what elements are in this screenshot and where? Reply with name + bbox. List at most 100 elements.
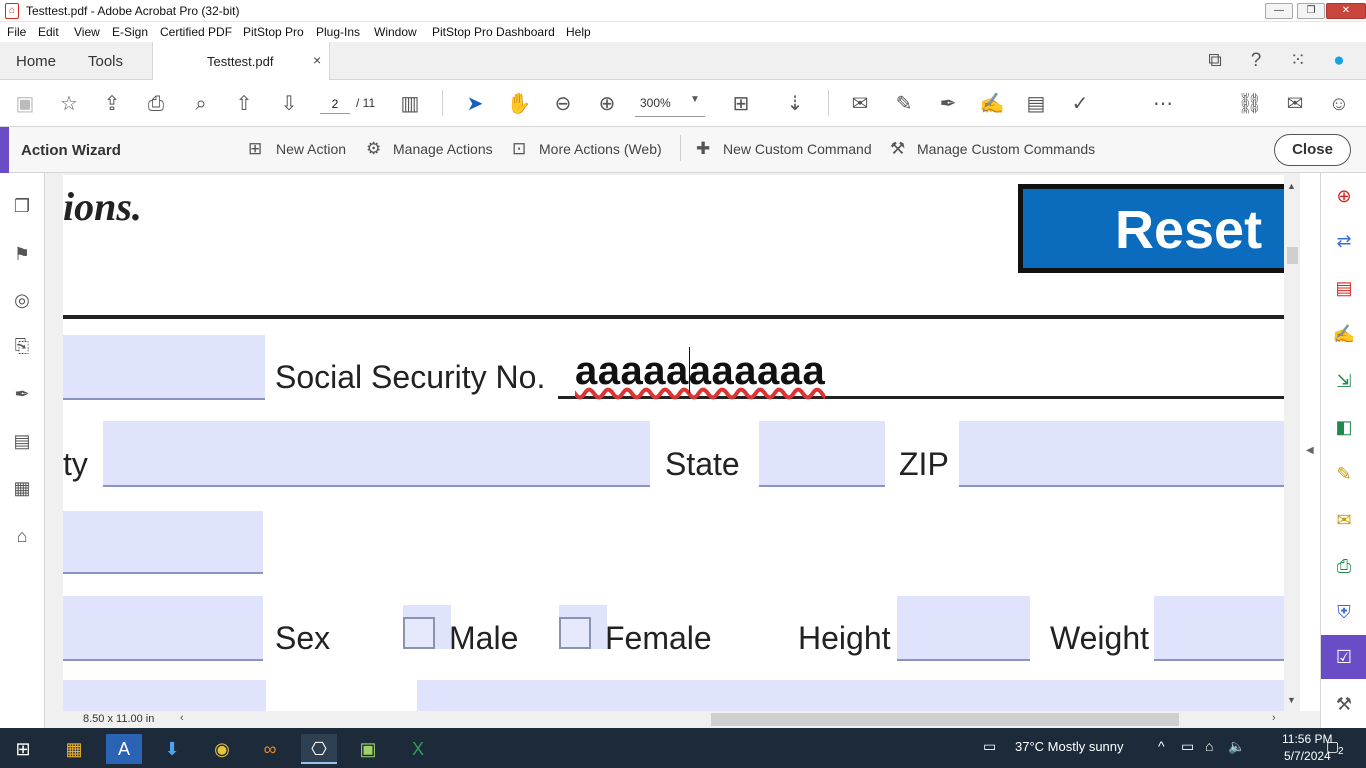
export-pdf-icon[interactable]: ⇲ (1331, 368, 1357, 394)
menu-plug-ins[interactable]: Plug-Ins (316, 25, 360, 39)
link-icon[interactable]: ⛓ (1235, 89, 1265, 119)
page-up-icon[interactable]: ⇧ (229, 89, 259, 119)
combine-files-icon[interactable]: ⇄ (1331, 228, 1357, 254)
restore-button[interactable]: ❐ (1297, 3, 1325, 19)
comment-icon[interactable]: ✉ (845, 89, 875, 119)
state-field[interactable] (759, 421, 885, 487)
horizontal-scroll-thumb[interactable] (711, 713, 1179, 726)
menu-pitstop-pro[interactable]: PitStop Pro (243, 25, 304, 39)
store-icon[interactable]: ▦ (56, 734, 92, 764)
zip-field[interactable] (959, 421, 1284, 487)
reset-button[interactable]: Reset (1023, 189, 1284, 268)
scroll-down-icon[interactable]: ▼ (1287, 695, 1296, 705)
male-checkbox[interactable] (403, 617, 435, 649)
menu-window[interactable]: Window (374, 25, 417, 39)
organize-pages-icon[interactable]: ▤ (1331, 275, 1357, 301)
city-field[interactable] (103, 421, 650, 487)
tags-icon[interactable]: ⌂ (9, 523, 35, 549)
excel-icon[interactable]: X (400, 734, 436, 764)
right-panel-toggle-icon[interactable]: ◀ (1306, 445, 1314, 456)
attachments-icon[interactable]: ⎘ (9, 333, 35, 359)
manage-custom-commands-icon[interactable]: ⚒ (890, 139, 905, 159)
compare-icon[interactable]: ◧ (1331, 414, 1357, 440)
scroll-mode-icon[interactable]: ⇣ (780, 89, 810, 119)
scroll-up-icon[interactable]: ▲ (1287, 181, 1296, 191)
save-icon[interactable]: ▣ (10, 89, 40, 119)
select-arrow-icon[interactable]: ➤ (460, 89, 490, 119)
redact-icon[interactable]: ▤ (1021, 89, 1051, 119)
bookmark-star-icon[interactable]: ☆ (54, 89, 84, 119)
more-tools-icon[interactable]: ⚒ (1331, 691, 1357, 717)
fit-page-icon[interactable]: ⊞ (726, 89, 756, 119)
create-pdf-icon[interactable]: ⊕ (1331, 183, 1357, 209)
name-field[interactable] (63, 335, 265, 400)
share-screen-icon[interactable]: ⧉ (1201, 47, 1229, 75)
page-number-input[interactable]: 2 (320, 94, 350, 114)
fill-sign-icon[interactable]: ✍ (977, 89, 1007, 119)
signatures-icon[interactable]: ✒ (9, 381, 35, 407)
chrome-icon[interactable]: ◉ (204, 734, 240, 764)
fields-icon[interactable]: ▦ (9, 475, 35, 501)
apps-grid-icon[interactable]: ⁙ (1284, 47, 1312, 75)
more-options-icon[interactable]: ⋯ (1148, 89, 1178, 119)
new-action-icon[interactable]: ⊞ (248, 139, 262, 159)
menu-edit[interactable]: Edit (38, 25, 59, 39)
sign-icon[interactable]: ✒ (933, 89, 963, 119)
more-actions-web-button[interactable]: More Actions (Web) (539, 141, 662, 157)
layers-target-icon[interactable]: ◎ (9, 287, 35, 313)
search-zoom-icon[interactable]: ⌕ (186, 89, 216, 119)
start-windows-icon[interactable]: ⊞ (5, 734, 41, 764)
edit-pdf-icon[interactable]: ✎ (1331, 461, 1357, 487)
zoom-out-icon[interactable]: ⊖ (548, 89, 578, 119)
female-checkbox[interactable] (559, 617, 591, 649)
vertical-scroll-thumb[interactable] (1287, 247, 1298, 264)
battery-icon[interactable]: ▭ (1181, 738, 1194, 755)
chevron-down-icon[interactable]: ▼ (690, 94, 700, 105)
comment-tool-icon[interactable]: ✉ (1331, 507, 1357, 533)
infinity-app-icon[interactable]: ∞ (252, 734, 288, 764)
page-view-icon[interactable]: ▥ (395, 89, 425, 119)
hand-tool-icon[interactable]: ✋ (504, 89, 534, 119)
height-field[interactable] (897, 596, 1030, 661)
account-avatar-icon[interactable]: ● (1325, 47, 1353, 75)
manage-custom-commands-button[interactable]: Manage Custom Commands (917, 141, 1095, 157)
menu-esign[interactable]: E-Sign (112, 25, 148, 39)
new-custom-command-button[interactable]: New Custom Command (723, 141, 872, 157)
menu-view[interactable]: View (74, 25, 100, 39)
pitstop-taskbar-icon[interactable]: ▣ (350, 734, 386, 764)
menu-certified-pdf[interactable]: Certified PDF (160, 25, 232, 39)
zoom-in-icon[interactable]: ⊕ (592, 89, 622, 119)
highlight-pen-icon[interactable]: ✎ (889, 89, 919, 119)
downloads-icon[interactable]: ⬇ (154, 734, 190, 764)
tab-document[interactable]: Testtest.pdf × (152, 42, 330, 80)
user-share-icon[interactable]: ☺ (1324, 89, 1354, 119)
email-icon[interactable]: ✉ (1280, 89, 1310, 119)
manage-actions-icon[interactable]: ⚙ (366, 139, 381, 159)
weather-status[interactable]: 37°C Mostly sunny (1015, 739, 1124, 754)
tab-tools[interactable]: Tools (88, 53, 123, 70)
scroll-right-icon[interactable]: › (1272, 712, 1276, 724)
window-close-button[interactable]: ✕ (1326, 3, 1366, 19)
page-thumbnails-icon[interactable]: ❐ (9, 193, 35, 219)
clock-date[interactable]: 5/7/2024 (1284, 749, 1331, 763)
menu-help[interactable]: Help (566, 25, 591, 39)
phone-field[interactable] (63, 511, 263, 574)
tray-expand-icon[interactable]: ^ (1158, 738, 1165, 754)
clock-time[interactable]: 11:56 PM (1282, 732, 1332, 746)
print-icon[interactable]: ⎙ (141, 89, 171, 119)
page-down-icon[interactable]: ⇩ (274, 89, 304, 119)
scroll-left-icon[interactable]: ‹ (180, 712, 184, 724)
new-custom-command-icon[interactable]: ✚ (696, 139, 710, 159)
app-a-icon[interactable]: A (106, 734, 142, 764)
zoom-level[interactable]: 300% (640, 96, 671, 110)
check-circle-icon[interactable]: ✓ (1065, 89, 1095, 119)
tab-home[interactable]: Home (16, 53, 56, 70)
bookmarks-icon[interactable]: ⚑ (9, 241, 35, 267)
acrobat-taskbar-icon[interactable]: ⎔ (301, 734, 337, 764)
weather-icon[interactable]: ▭ (983, 738, 996, 755)
minimize-button[interactable]: — (1265, 3, 1293, 19)
upload-cloud-icon[interactable]: ⇪ (97, 89, 127, 119)
manage-actions-button[interactable]: Manage Actions (393, 141, 493, 157)
birthdate-field[interactable] (63, 596, 263, 661)
weight-field[interactable] (1154, 596, 1284, 661)
